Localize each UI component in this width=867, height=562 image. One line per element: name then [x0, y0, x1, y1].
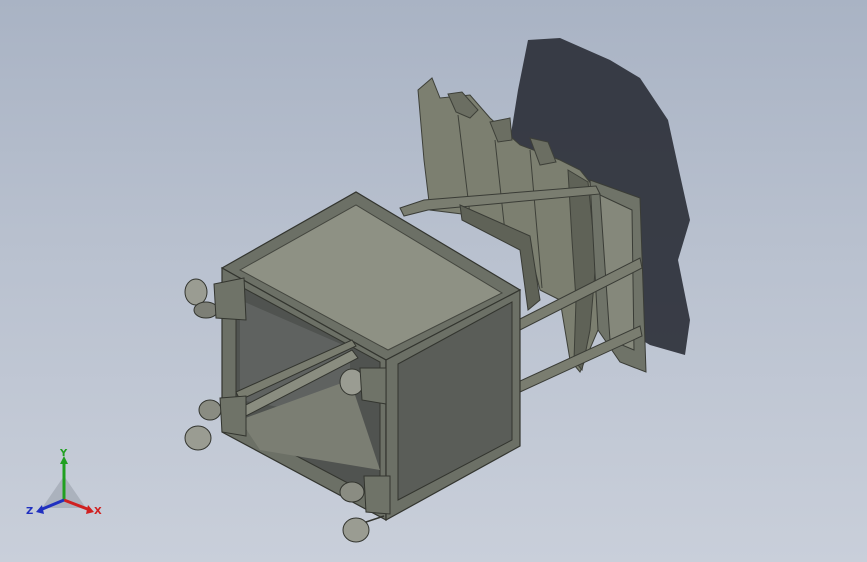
main-frame-box[interactable] — [220, 191, 522, 522]
coordinate-triad: Y X Z — [26, 448, 102, 517]
caster-wheel-bottom-left[interactable] — [184, 395, 247, 451]
z-axis-label: Z — [26, 506, 33, 517]
caster-wheel-top-left[interactable] — [184, 277, 247, 321]
cad-model[interactable] — [0, 0, 867, 562]
y-axis-label: Y — [59, 448, 68, 459]
x-axis-label: X — [94, 506, 102, 517]
3d-viewport[interactable]: Y X Z — [0, 0, 867, 562]
